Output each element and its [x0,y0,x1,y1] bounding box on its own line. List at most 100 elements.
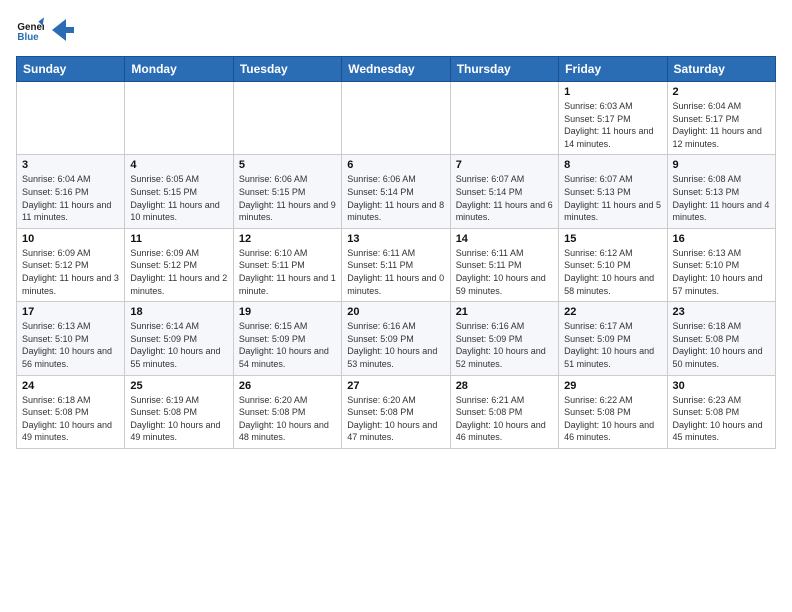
day-info: Sunrise: 6:08 AM Sunset: 5:13 PM Dayligh… [673,173,770,223]
calendar-day-cell: 17Sunrise: 6:13 AM Sunset: 5:10 PM Dayli… [17,302,125,375]
calendar-day-cell: 11Sunrise: 6:09 AM Sunset: 5:12 PM Dayli… [125,228,233,301]
day-number: 20 [347,306,444,318]
weekday-header: Wednesday [342,57,450,82]
day-info: Sunrise: 6:21 AM Sunset: 5:08 PM Dayligh… [456,394,553,444]
calendar-day-cell: 26 Sunrise: 6:20 AM Sunset: 5:08 PM Dayli… [233,375,341,448]
calendar-day-cell: 2 Sunrise: 6:04 AM Sunset: 5:17 PM Daylig… [667,82,775,155]
logo-arrow-icon [52,19,74,41]
day-info: Sunrise: 6:06 AM Sunset: 5:14 PM Dayligh… [347,173,444,223]
day-info: Sunrise: 6:07 AM Sunset: 5:13 PM Dayligh… [564,173,661,223]
calendar-day-cell: 25 Sunrise: 6:19 AM Sunset: 5:08 PM Dayli… [125,375,233,448]
page-header: General Blue [16,16,776,44]
calendar-day-cell: 7 Sunrise: 6:07 AM Sunset: 5:14 PM Daylig… [450,155,558,228]
calendar-day-cell: 21 Sunrise: 6:16 AM Sunset: 5:09 PM Dayli… [450,302,558,375]
calendar-table: SundayMondayTuesdayWednesdayThursdayFrid… [16,56,776,449]
day-info: Sunrise: 6:04 AM Sunset: 5:16 PM Dayligh… [22,173,119,223]
calendar-day-cell: 16Sunrise: 6:13 AM Sunset: 5:10 PM Dayli… [667,228,775,301]
calendar-day-cell [450,82,558,155]
calendar-day-cell: 18 Sunrise: 6:14 AM Sunset: 5:09 PM Dayli… [125,302,233,375]
calendar-week-row: 10Sunrise: 6:09 AM Sunset: 5:12 PM Dayli… [17,228,776,301]
weekday-header: Saturday [667,57,775,82]
svg-text:Blue: Blue [17,32,39,43]
logo: General Blue [16,16,74,44]
day-info: Sunrise: 6:06 AM Sunset: 5:15 PM Dayligh… [239,173,336,223]
day-info: Sunrise: 6:16 AM Sunset: 5:09 PM Dayligh… [456,320,553,370]
calendar-week-row: 24Sunrise: 6:18 AM Sunset: 5:08 PM Dayli… [17,375,776,448]
calendar-day-cell [125,82,233,155]
day-number: 26 [239,380,336,392]
day-number: 8 [564,159,661,171]
day-number: 29 [564,380,661,392]
weekday-header: Sunday [17,57,125,82]
calendar-week-row: 3 Sunrise: 6:04 AM Sunset: 5:16 PM Daylig… [17,155,776,228]
day-info: Sunrise: 6:05 AM Sunset: 5:15 PM Dayligh… [130,173,227,223]
day-info: Sunrise: 6:23 AM Sunset: 5:08 PM Dayligh… [673,394,770,444]
day-number: 5 [239,159,336,171]
calendar-day-cell: 10Sunrise: 6:09 AM Sunset: 5:12 PM Dayli… [17,228,125,301]
day-number: 4 [130,159,227,171]
day-number: 11 [130,233,227,245]
day-info: Sunrise: 6:11 AM Sunset: 5:11 PM Dayligh… [347,247,444,297]
calendar-header: SundayMondayTuesdayWednesdayThursdayFrid… [17,57,776,82]
day-info: Sunrise: 6:19 AM Sunset: 5:08 PM Dayligh… [130,394,227,444]
day-number: 17 [22,306,119,318]
calendar-day-cell: 3 Sunrise: 6:04 AM Sunset: 5:16 PM Daylig… [17,155,125,228]
calendar-day-cell: 8 Sunrise: 6:07 AM Sunset: 5:13 PM Daylig… [559,155,667,228]
calendar-day-cell: 12 Sunrise: 6:10 AM Sunset: 5:11 PM Dayli… [233,228,341,301]
calendar-day-cell: 13 Sunrise: 6:11 AM Sunset: 5:11 PM Dayli… [342,228,450,301]
day-number: 1 [564,86,661,98]
day-number: 13 [347,233,444,245]
calendar-day-cell [233,82,341,155]
day-number: 21 [456,306,553,318]
day-number: 14 [456,233,553,245]
day-number: 12 [239,233,336,245]
day-info: Sunrise: 6:04 AM Sunset: 5:17 PM Dayligh… [673,100,770,150]
day-info: Sunrise: 6:10 AM Sunset: 5:11 PM Dayligh… [239,247,336,297]
weekday-header: Monday [125,57,233,82]
day-number: 25 [130,380,227,392]
calendar-day-cell: 27 Sunrise: 6:20 AM Sunset: 5:08 PM Dayli… [342,375,450,448]
day-info: Sunrise: 6:20 AM Sunset: 5:08 PM Dayligh… [347,394,444,444]
day-info: Sunrise: 6:07 AM Sunset: 5:14 PM Dayligh… [456,173,553,223]
day-info: Sunrise: 6:17 AM Sunset: 5:09 PM Dayligh… [564,320,661,370]
calendar-day-cell: 6Sunrise: 6:06 AM Sunset: 5:14 PM Daylig… [342,155,450,228]
day-number: 22 [564,306,661,318]
day-number: 19 [239,306,336,318]
day-info: Sunrise: 6:14 AM Sunset: 5:09 PM Dayligh… [130,320,227,370]
calendar-day-cell: 29Sunrise: 6:22 AM Sunset: 5:08 PM Dayli… [559,375,667,448]
day-number: 15 [564,233,661,245]
calendar-day-cell: 1 Sunrise: 6:03 AM Sunset: 5:17 PM Daylig… [559,82,667,155]
day-number: 3 [22,159,119,171]
calendar-day-cell: 19 Sunrise: 6:15 AM Sunset: 5:09 PM Dayli… [233,302,341,375]
day-number: 23 [673,306,770,318]
day-info: Sunrise: 6:03 AM Sunset: 5:17 PM Dayligh… [564,100,661,150]
weekday-header-row: SundayMondayTuesdayWednesdayThursdayFrid… [17,57,776,82]
day-info: Sunrise: 6:15 AM Sunset: 5:09 PM Dayligh… [239,320,336,370]
calendar-day-cell: 15 Sunrise: 6:12 AM Sunset: 5:10 PM Dayli… [559,228,667,301]
day-info: Sunrise: 6:13 AM Sunset: 5:10 PM Dayligh… [673,247,770,297]
day-number: 9 [673,159,770,171]
day-number: 7 [456,159,553,171]
day-info: Sunrise: 6:11 AM Sunset: 5:11 PM Dayligh… [456,247,553,297]
day-info: Sunrise: 6:20 AM Sunset: 5:08 PM Dayligh… [239,394,336,444]
day-info: Sunrise: 6:09 AM Sunset: 5:12 PM Dayligh… [22,247,119,297]
day-number: 28 [456,380,553,392]
calendar-day-cell: 22 Sunrise: 6:17 AM Sunset: 5:09 PM Dayli… [559,302,667,375]
day-number: 27 [347,380,444,392]
calendar-body: 1 Sunrise: 6:03 AM Sunset: 5:17 PM Daylig… [17,82,776,449]
day-info: Sunrise: 6:16 AM Sunset: 5:09 PM Dayligh… [347,320,444,370]
day-number: 18 [130,306,227,318]
weekday-header: Tuesday [233,57,341,82]
day-info: Sunrise: 6:12 AM Sunset: 5:10 PM Dayligh… [564,247,661,297]
calendar-day-cell [342,82,450,155]
logo-icon: General Blue [16,16,44,44]
day-number: 30 [673,380,770,392]
weekday-header: Friday [559,57,667,82]
calendar-week-row: 17Sunrise: 6:13 AM Sunset: 5:10 PM Dayli… [17,302,776,375]
calendar-day-cell [17,82,125,155]
day-number: 2 [673,86,770,98]
weekday-header: Thursday [450,57,558,82]
calendar-day-cell: 20 Sunrise: 6:16 AM Sunset: 5:09 PM Dayli… [342,302,450,375]
calendar-week-row: 1 Sunrise: 6:03 AM Sunset: 5:17 PM Daylig… [17,82,776,155]
calendar-day-cell: 9 Sunrise: 6:08 AM Sunset: 5:13 PM Daylig… [667,155,775,228]
